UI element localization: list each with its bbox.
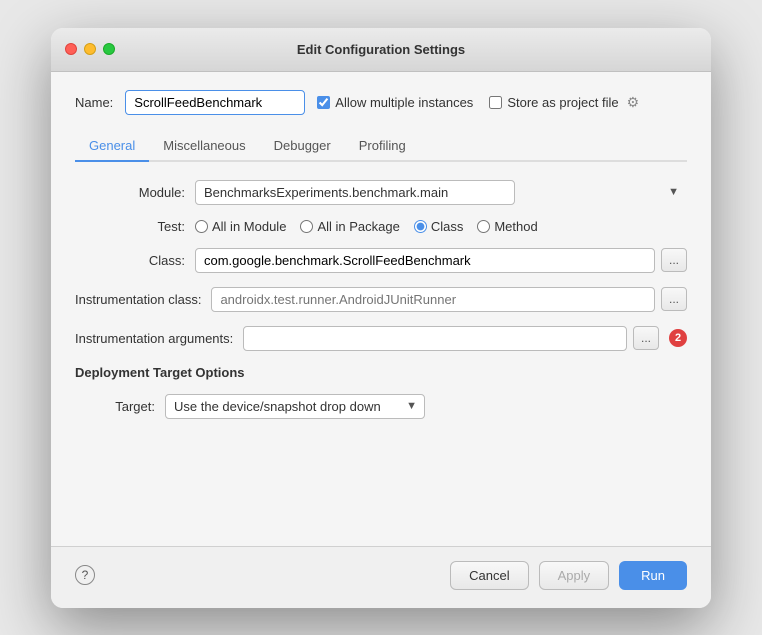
instrumentation-args-label: Instrumentation arguments: [75, 331, 233, 346]
allow-multiple-checkbox[interactable] [317, 96, 330, 109]
tab-general[interactable]: General [75, 131, 149, 162]
instrumentation-class-label: Instrumentation class: [75, 292, 201, 307]
radio-all-in-package-label: All in Package [317, 219, 399, 234]
window-title: Edit Configuration Settings [297, 42, 465, 57]
test-radio-group: All in Module All in Package Class Metho… [195, 219, 538, 234]
store-project-checkbox-label[interactable]: Store as project file ⚙ [489, 94, 639, 111]
name-row: Name: Allow multiple instances Store as … [75, 90, 687, 115]
radio-method-input[interactable] [477, 220, 490, 233]
radio-all-in-package-input[interactable] [300, 220, 313, 233]
edit-configuration-dialog: Edit Configuration Settings Name: Allow … [51, 28, 711, 608]
store-project-label: Store as project file [507, 95, 618, 110]
module-select[interactable]: BenchmarksExperiments.benchmark.main [195, 180, 515, 205]
target-select[interactable]: Use the device/snapshot drop down [165, 394, 425, 419]
class-ellipsis-button[interactable]: ... [661, 248, 687, 272]
tabs-bar: General Miscellaneous Debugger Profiling [75, 131, 687, 162]
instrumentation-args-badge: 2 [669, 329, 687, 347]
class-input[interactable] [195, 248, 655, 273]
module-dropdown-arrow-icon: ▼ [668, 186, 679, 198]
traffic-lights [65, 43, 115, 55]
help-button[interactable]: ? [75, 565, 95, 585]
tab-miscellaneous[interactable]: Miscellaneous [149, 131, 259, 162]
radio-all-in-module-label: All in Module [212, 219, 286, 234]
module-label: Module: [75, 185, 185, 200]
maximize-button[interactable] [103, 43, 115, 55]
cancel-button[interactable]: Cancel [450, 561, 528, 590]
instrumentation-args-input-row: ... 2 [243, 326, 687, 351]
class-row: Class: ... [75, 248, 687, 273]
radio-class-label: Class [431, 219, 464, 234]
test-row: Test: All in Module All in Package Class [75, 219, 687, 234]
radio-all-in-module[interactable]: All in Module [195, 219, 286, 234]
radio-class[interactable]: Class [414, 219, 464, 234]
footer: ? Cancel Apply Run [51, 546, 711, 608]
instrumentation-class-input-row: ... [211, 287, 687, 312]
title-bar: Edit Configuration Settings [51, 28, 711, 72]
target-label: Target: [95, 399, 155, 414]
target-select-wrapper: Use the device/snapshot drop down ▼ [165, 394, 425, 419]
minimize-button[interactable] [84, 43, 96, 55]
tab-profiling[interactable]: Profiling [345, 131, 420, 162]
class-input-row: ... [195, 248, 687, 273]
checkbox-group: Allow multiple instances Store as projec… [317, 94, 639, 111]
instrumentation-args-row: Instrumentation arguments: ... 2 [75, 326, 687, 351]
instrumentation-args-ellipsis-button[interactable]: ... [633, 326, 659, 350]
radio-all-in-package[interactable]: All in Package [300, 219, 399, 234]
target-row: Target: Use the device/snapshot drop dow… [95, 394, 687, 419]
deployment-section-header: Deployment Target Options [75, 365, 687, 380]
instrumentation-class-input[interactable] [211, 287, 655, 312]
instrumentation-args-input[interactable] [243, 326, 627, 351]
name-input[interactable] [125, 90, 305, 115]
settings-icon: ⚙ [627, 94, 640, 111]
instrumentation-class-ellipsis-button[interactable]: ... [661, 287, 687, 311]
store-project-checkbox[interactable] [489, 96, 502, 109]
module-select-wrapper: BenchmarksExperiments.benchmark.main ▼ [195, 180, 687, 205]
test-label: Test: [75, 219, 185, 234]
tab-debugger[interactable]: Debugger [260, 131, 345, 162]
name-label: Name: [75, 95, 113, 110]
radio-method[interactable]: Method [477, 219, 537, 234]
class-label: Class: [75, 253, 185, 268]
radio-method-label: Method [494, 219, 537, 234]
main-content: Name: Allow multiple instances Store as … [51, 72, 711, 546]
form-section: Module: BenchmarksExperiments.benchmark.… [75, 180, 687, 528]
allow-multiple-label: Allow multiple instances [335, 95, 473, 110]
footer-buttons: Cancel Apply Run [450, 561, 687, 590]
run-button[interactable]: Run [619, 561, 687, 590]
module-row: Module: BenchmarksExperiments.benchmark.… [75, 180, 687, 205]
radio-class-input[interactable] [414, 220, 427, 233]
radio-all-in-module-input[interactable] [195, 220, 208, 233]
instrumentation-class-row: Instrumentation class: ... [75, 287, 687, 312]
close-button[interactable] [65, 43, 77, 55]
allow-multiple-checkbox-label[interactable]: Allow multiple instances [317, 95, 473, 110]
apply-button[interactable]: Apply [539, 561, 610, 590]
